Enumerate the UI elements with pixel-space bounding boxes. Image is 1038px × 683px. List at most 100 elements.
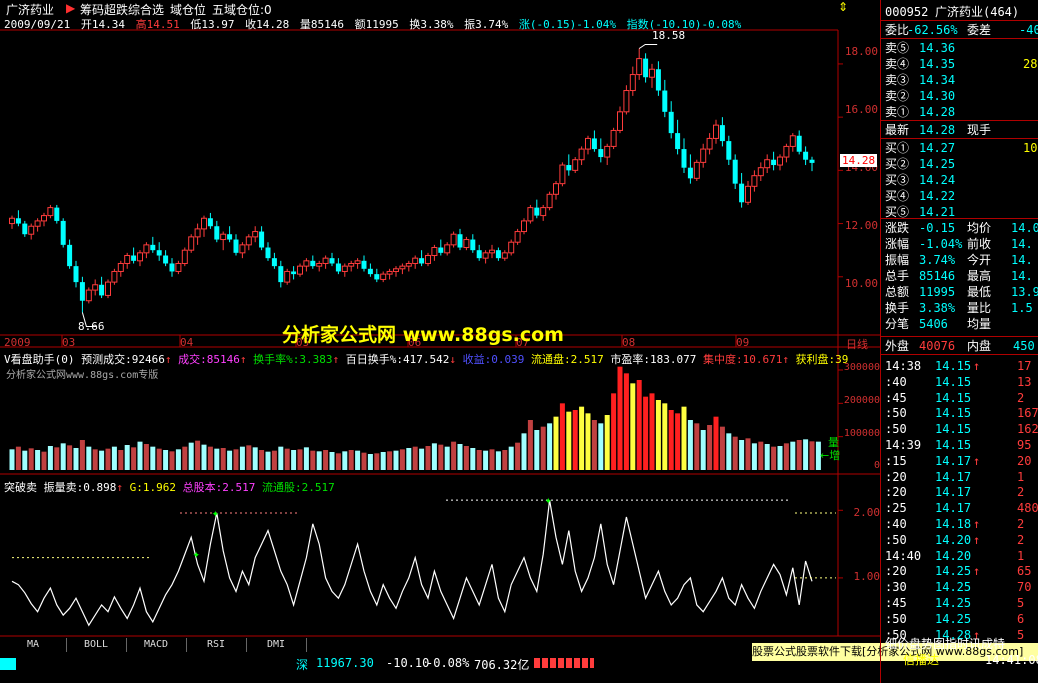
volume-bar: [380, 452, 386, 470]
candle-body-down: [79, 282, 85, 301]
candle-body-up: [111, 270, 118, 283]
stock-name-side[interactable]: 广济药业(464): [935, 4, 1019, 20]
volume-bar: [182, 446, 188, 470]
candle-body-up: [521, 220, 527, 233]
volume-bar: [355, 450, 361, 470]
tick-volume: 6: [1017, 611, 1025, 626]
stat-value-2: 13.9: [1011, 285, 1038, 299]
tick-price: 14.25: [935, 564, 972, 579]
volume-bar: [252, 447, 258, 470]
volume-bar: [227, 450, 233, 470]
candle-body-down: [495, 250, 501, 259]
volume-bar: [681, 406, 687, 470]
period-daily[interactable]: 日线: [846, 336, 868, 352]
tab-ma[interactable]: MA: [0, 638, 67, 652]
volume-bar: [476, 450, 482, 470]
stat-row: 换手 3.38% 量比 1.5: [885, 300, 1038, 316]
high-marker: 18.58: [652, 29, 686, 42]
candle-body-up: [297, 265, 303, 275]
volume-bar: [239, 446, 245, 470]
price-tick-1: 18.00: [844, 45, 878, 58]
tick-row: :45 14.15 2: [885, 390, 1038, 406]
tick-time: :50: [885, 406, 907, 421]
candle-body-down: [675, 133, 681, 150]
stock-code[interactable]: 000952: [885, 4, 928, 20]
candle-body-up: [540, 207, 547, 217]
volume-bar: [137, 441, 143, 470]
oscillator-line: ✦ ✦ ✦: [11, 493, 843, 627]
volume-bar: [284, 448, 290, 470]
quote-panel: 000952 广济药业(464) 委比 -62.56% 委差 -40 卖⑤ 14.36 卖④ 14…: [880, 0, 1038, 683]
candle-body-down: [265, 247, 271, 259]
tick-price: 14.15: [935, 422, 972, 437]
tick-time: :50: [885, 422, 907, 437]
osc-tick-1: 2.00: [853, 506, 881, 519]
candle-body-down: [259, 231, 265, 248]
inner-label: 内盘: [967, 339, 992, 353]
date-tick-09: 09: [736, 336, 750, 349]
candle-body-down: [169, 263, 175, 272]
volume-bar: [175, 449, 181, 470]
vol-tick-4: 0: [873, 460, 880, 471]
weibi-row: 委比 -62.56% 委差 -40: [885, 22, 1038, 38]
osc-title[interactable]: 突破卖: [4, 481, 37, 494]
volume-bar: [412, 446, 418, 470]
quote-header: 000952 广济药业(464): [885, 4, 1038, 20]
candle-body-up: [777, 156, 783, 166]
tab-dmi[interactable]: DMI: [246, 638, 307, 652]
candle-body-up: [514, 231, 521, 243]
price-tick-2: 16.00: [844, 103, 878, 116]
vol-title[interactable]: V看盘助手(0): [4, 353, 75, 366]
candle-body-up: [380, 273, 387, 280]
candle-body-up: [757, 167, 764, 177]
volume-bar: [329, 452, 335, 470]
ask-row: 卖③ 14.34: [885, 72, 1038, 88]
panel-divider: [881, 336, 1038, 337]
volume-bar: [265, 451, 271, 470]
candle-body-up: [559, 164, 566, 185]
candle-body-down: [291, 271, 297, 275]
volume-bar: [86, 446, 92, 470]
tick-volume: 17: [1017, 359, 1032, 373]
tick-time: :50: [885, 611, 907, 626]
tick-price: 14.25: [935, 596, 972, 610]
tick-row: :45 14.25 5: [885, 595, 1038, 611]
tick-price: 14.15: [935, 390, 972, 405]
stat-value-2: 14.: [1011, 253, 1033, 267]
stat-value: 5406: [919, 317, 948, 331]
tick-volume: 1: [1017, 548, 1025, 563]
footer-tabs[interactable]: 细价盘势图指时讯成特: [885, 636, 1005, 652]
ask-label: 卖④: [885, 57, 910, 71]
footer-tab-live[interactable]: 信播达: [903, 652, 939, 668]
candle-body-up: [508, 241, 515, 254]
tab-rsi[interactable]: RSI: [186, 638, 247, 652]
tick-arrow: ↑: [973, 453, 981, 468]
inc-legend: ←增: [820, 449, 841, 462]
ask-price: 14.36: [919, 41, 956, 55]
volume-bar: [131, 447, 137, 470]
candle-body-down: [131, 255, 137, 261]
bid-row: 买② 14.25: [885, 156, 1038, 172]
volume-bar: [118, 450, 124, 470]
tick-time: :15: [885, 453, 907, 468]
volume-bar: [463, 446, 469, 470]
tab-macd[interactable]: MACD: [126, 638, 187, 652]
signal-star: ✦: [545, 493, 552, 507]
candle-body-up: [693, 161, 700, 179]
vol-concentration: 集中度:10.671: [702, 353, 783, 366]
candle-body-up: [553, 183, 559, 195]
candle-body-down: [214, 226, 220, 240]
tab-boll[interactable]: BOLL: [66, 638, 127, 652]
volume-bar: [47, 446, 53, 470]
stat-row: 振幅 3.74% 今开 14.: [885, 252, 1038, 268]
tick-row: :20 14.17 2: [885, 484, 1038, 500]
volume-bar: [758, 441, 764, 470]
volume-bar: [374, 453, 380, 470]
tick-arrow: ↑: [973, 359, 981, 373]
volume-bar: [54, 447, 60, 470]
tick-row: :50 14.25 6: [885, 611, 1038, 627]
volume-bar: [399, 449, 405, 470]
ask-row: 卖⑤ 14.36: [885, 40, 1038, 56]
candle-body-down: [438, 247, 444, 253]
tick-row: :40 14.15 13: [885, 374, 1038, 390]
